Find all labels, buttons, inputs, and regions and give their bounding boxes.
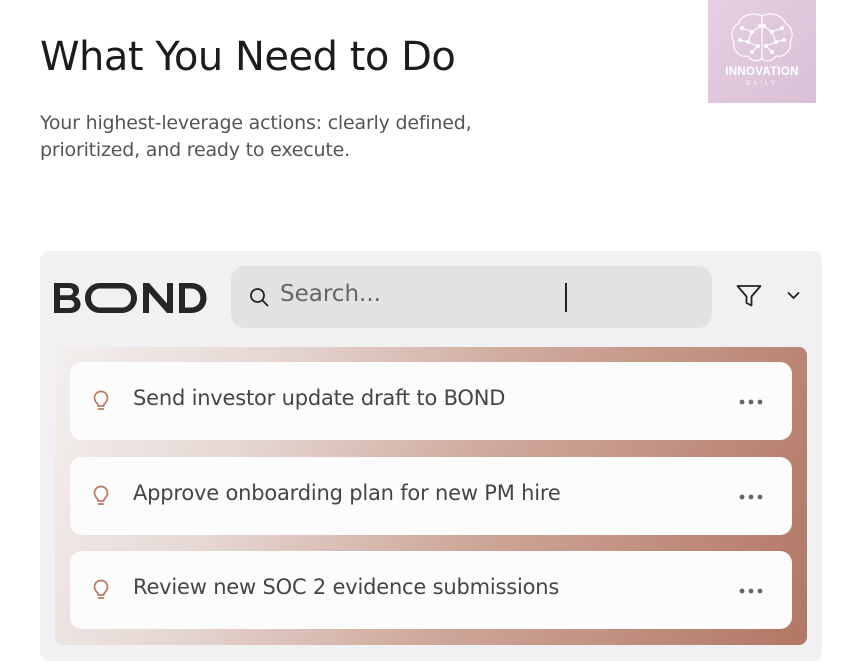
search-icon xyxy=(250,288,269,307)
filter-icon[interactable] xyxy=(736,284,762,308)
page-subtitle: Your highest-leverage actions: clearly d… xyxy=(40,112,472,161)
lightbulb-icon xyxy=(93,579,109,599)
task-list: Send investor update draft to BOND Appro… xyxy=(55,347,807,645)
page-title: What You Need to Do xyxy=(40,34,456,80)
task-item[interactable]: Approve onboarding plan for new PM hire xyxy=(70,457,792,535)
task-label: Review new SOC 2 evidence submissions xyxy=(133,575,560,599)
lightbulb-icon xyxy=(93,485,109,505)
bond-app-panel: Search... Send investor update draft to … xyxy=(40,251,822,661)
task-item[interactable]: Review new SOC 2 evidence submissions xyxy=(70,551,792,629)
task-label: Approve onboarding plan for new PM hire xyxy=(133,481,561,505)
chevron-down-icon[interactable] xyxy=(787,291,800,300)
bond-logo xyxy=(54,283,207,313)
task-label: Send investor update draft to BOND xyxy=(133,386,506,410)
more-options-icon[interactable] xyxy=(739,399,763,405)
innovation-daily-logo: INNOVATION DAILY xyxy=(708,0,816,103)
badge-subtitle: DAILY xyxy=(746,81,778,87)
more-options-icon[interactable] xyxy=(739,588,763,594)
badge-name: INNOVATION xyxy=(725,66,799,78)
search-field[interactable]: Search... xyxy=(231,266,712,328)
more-options-icon[interactable] xyxy=(739,494,763,500)
task-item[interactable]: Send investor update draft to BOND xyxy=(70,362,792,440)
text-cursor xyxy=(565,283,567,312)
lightbulb-icon xyxy=(93,390,109,410)
search-input[interactable]: Search... xyxy=(280,281,381,307)
brain-icon xyxy=(731,13,793,62)
